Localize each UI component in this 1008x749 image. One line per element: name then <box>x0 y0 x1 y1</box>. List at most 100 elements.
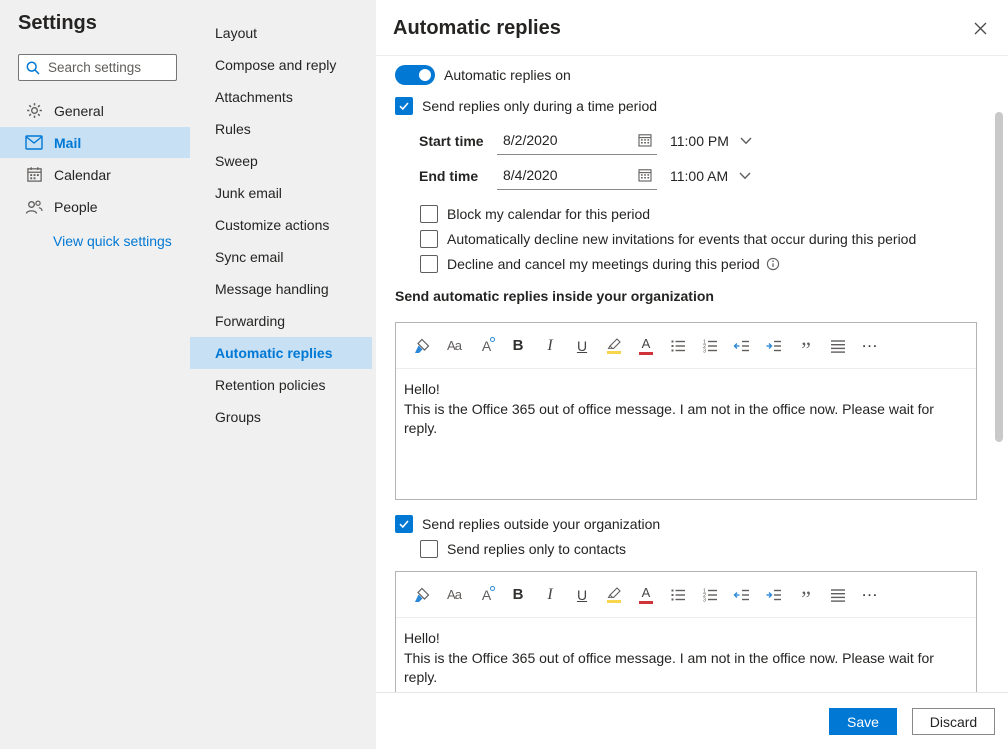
block-calendar-checkbox[interactable] <box>420 205 438 223</box>
nav-item-layout[interactable]: Layout <box>190 17 372 49</box>
end-time-dropdown[interactable]: 11:00 AM <box>670 168 751 184</box>
italic-icon[interactable]: I <box>534 579 566 611</box>
chevron-down-icon <box>740 137 752 145</box>
gear-icon <box>25 102 43 120</box>
nav-item-automatic-replies[interactable]: Automatic replies <box>190 337 372 369</box>
sidebar-item-calendar[interactable]: Calendar <box>0 159 190 190</box>
inside-reply-textarea[interactable]: Hello! This is the Office 365 out of off… <box>396 369 976 439</box>
format-painter-icon[interactable] <box>406 579 438 611</box>
outside-organization-checkbox[interactable] <box>395 515 413 533</box>
contacts-only-checkbox[interactable] <box>420 540 438 558</box>
font-color-icon[interactable]: A <box>630 579 662 611</box>
sidebar-item-general[interactable]: General <box>0 95 190 126</box>
automatic-replies-toggle[interactable] <box>395 65 435 85</box>
nav-item-junk-email[interactable]: Junk email <box>190 177 372 209</box>
end-time-value: 11:00 AM <box>670 168 728 184</box>
sidebar-item-mail[interactable]: Mail <box>0 127 190 158</box>
decrease-indent-icon[interactable] <box>726 330 758 362</box>
sidebar-item-label: Calendar <box>54 167 111 183</box>
decline-cancel-meetings-checkbox[interactable] <box>420 255 438 273</box>
contacts-only-label: Send replies only to contacts <box>447 541 626 557</box>
font-icon[interactable]: Aa <box>438 330 470 362</box>
bullet-list-icon[interactable] <box>662 330 694 362</box>
text-highlight-icon[interactable] <box>598 330 630 362</box>
sidebar-item-people[interactable]: People <box>0 191 190 222</box>
chevron-down-icon <box>739 172 751 180</box>
start-date-input[interactable]: 8/2/2020 <box>497 127 657 155</box>
font-size-icon[interactable]: A <box>470 579 502 611</box>
italic-icon[interactable]: I <box>534 330 566 362</box>
numbered-list-icon[interactable]: 123 <box>694 330 726 362</box>
calendar-picker-icon[interactable] <box>638 133 652 147</box>
nav-item-forwarding[interactable]: Forwarding <box>190 305 372 337</box>
outside-reply-textarea[interactable]: Hello! This is the Office 365 out of off… <box>396 618 976 688</box>
increase-indent-icon[interactable] <box>758 330 790 362</box>
nav-item-sweep[interactable]: Sweep <box>190 145 372 177</box>
format-painter-icon[interactable] <box>406 330 438 362</box>
mail-settings-nav: Layout Compose and reply Attachments Rul… <box>190 17 376 433</box>
more-options-icon[interactable]: … <box>854 575 886 607</box>
bold-icon[interactable]: B <box>502 579 534 611</box>
search-input[interactable]: Search settings <box>18 54 177 81</box>
settings-title: Settings <box>18 12 97 35</box>
time-period-checkbox-label: Send replies only during a time period <box>422 98 657 114</box>
end-date-input[interactable]: 8/4/2020 <box>497 162 657 190</box>
font-size-icon[interactable]: A <box>470 330 502 362</box>
message-line: Hello! <box>404 380 966 400</box>
outside-reply-editor: Aa A B I U A 123 <box>395 571 977 692</box>
font-color-icon[interactable]: A <box>630 330 662 362</box>
text-highlight-icon[interactable] <box>598 579 630 611</box>
close-icon[interactable] <box>965 13 995 43</box>
quote-icon[interactable]: ” <box>790 334 822 366</box>
save-button[interactable]: Save <box>829 708 897 735</box>
editor-toolbar: Aa A B I U A 123 <box>396 323 976 369</box>
decline-invitations-checkbox[interactable] <box>420 230 438 248</box>
svg-text:3: 3 <box>703 597 706 603</box>
numbered-list-icon[interactable]: 123 <box>694 579 726 611</box>
nav-item-message-handling[interactable]: Message handling <box>190 273 372 305</box>
bullet-list-icon[interactable] <box>662 579 694 611</box>
message-line: This is the Office 365 out of office mes… <box>404 649 966 688</box>
search-placeholder: Search settings <box>48 60 141 75</box>
search-icon <box>25 60 41 76</box>
quote-icon[interactable]: ” <box>790 583 822 615</box>
underline-icon[interactable]: U <box>566 330 598 362</box>
time-period-checkbox[interactable] <box>395 97 413 115</box>
start-time-dropdown[interactable]: 11:00 PM <box>670 133 752 149</box>
nav-item-rules[interactable]: Rules <box>190 113 372 145</box>
calendar-icon <box>25 166 43 184</box>
nav-item-customize-actions[interactable]: Customize actions <box>190 209 372 241</box>
automatic-replies-toggle-row: Automatic replies on <box>395 64 571 86</box>
nav-item-attachments[interactable]: Attachments <box>190 81 372 113</box>
start-date-value: 8/2/2020 <box>503 132 558 148</box>
view-quick-settings-link[interactable]: View quick settings <box>53 233 172 249</box>
bold-icon[interactable]: B <box>502 330 534 362</box>
decline-cancel-meetings-label: Decline and cancel my meetings during th… <box>447 256 760 272</box>
end-time-label: End time <box>419 168 497 184</box>
block-calendar-label: Block my calendar for this period <box>447 206 650 222</box>
svg-text:3: 3 <box>703 348 706 354</box>
align-icon[interactable] <box>822 579 854 611</box>
start-time-value: 11:00 PM <box>670 133 729 149</box>
more-options-icon[interactable]: … <box>854 326 886 358</box>
align-icon[interactable] <box>822 330 854 362</box>
inside-organization-section-label: Send automatic replies inside your organ… <box>395 288 714 304</box>
contacts-only-checkbox-row: Send replies only to contacts <box>420 540 626 558</box>
nav-item-groups[interactable]: Groups <box>190 401 372 433</box>
info-icon[interactable] <box>766 257 780 271</box>
increase-indent-icon[interactable] <box>758 579 790 611</box>
underline-icon[interactable]: U <box>566 579 598 611</box>
toggle-knob <box>419 69 431 81</box>
sidebar-category-list: General Mail Calendar <box>0 95 190 223</box>
sidebar-item-label: People <box>54 199 98 215</box>
decrease-indent-icon[interactable] <box>726 579 758 611</box>
nav-item-sync-email[interactable]: Sync email <box>190 241 372 273</box>
discard-button[interactable]: Discard <box>912 708 995 735</box>
nav-item-compose-and-reply[interactable]: Compose and reply <box>190 49 372 81</box>
scrollbar[interactable] <box>995 112 1003 442</box>
calendar-picker-icon[interactable] <box>638 168 652 182</box>
font-icon[interactable]: Aa <box>438 579 470 611</box>
message-line: This is the Office 365 out of office mes… <box>404 400 966 439</box>
nav-item-retention-policies[interactable]: Retention policies <box>190 369 372 401</box>
page-title: Automatic replies <box>393 17 561 40</box>
